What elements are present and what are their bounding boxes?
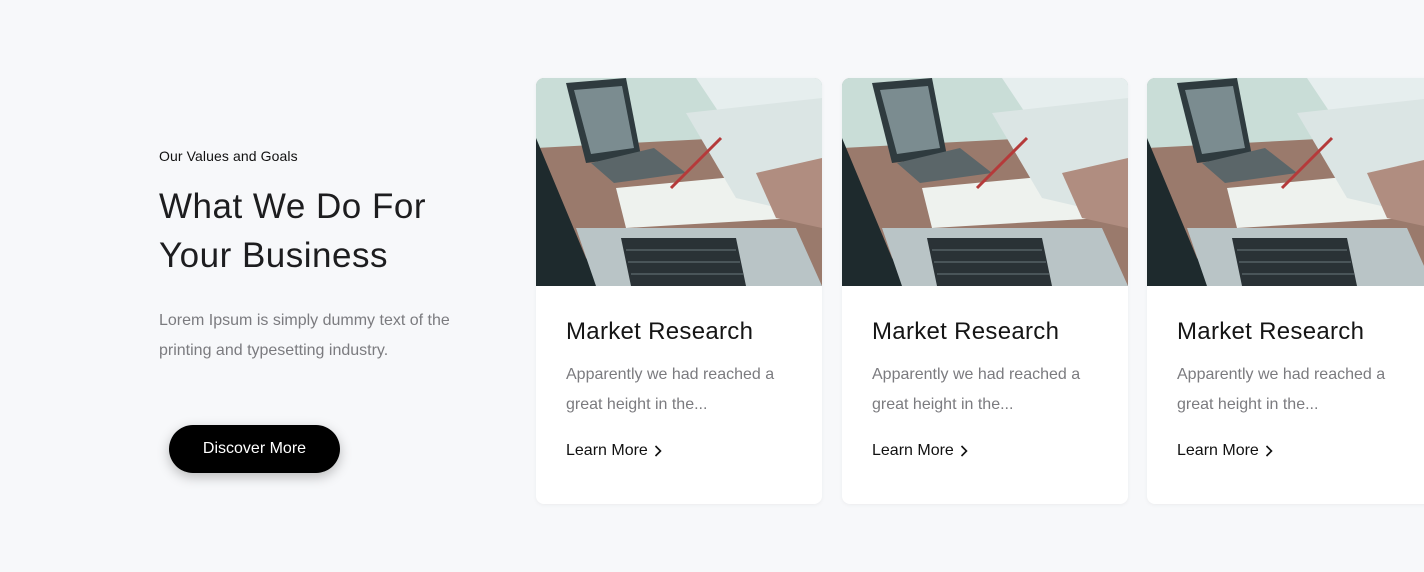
service-card: Market Research Apparently we had reache… [842,78,1128,504]
service-card: Market Research Apparently we had reache… [536,78,822,504]
learn-more-label: Learn More [872,442,954,459]
card-title: Market Research [872,318,1060,345]
card-title: Market Research [566,318,754,345]
intro-block: Our Values and Goals What We Do For Your… [159,148,489,366]
card-description: Apparently we had reached a great height… [566,366,775,413]
discover-more-button[interactable]: Discover More [169,425,340,473]
card-image [1147,78,1424,286]
learn-more-label: Learn More [1177,442,1259,459]
section-eyebrow: Our Values and Goals [159,148,298,164]
learn-more-link[interactable]: Learn More [566,442,662,460]
chevron-right-icon [960,445,968,457]
learn-more-link[interactable]: Learn More [872,442,968,460]
service-card: Market Research Apparently we had reache… [1147,78,1424,504]
chevron-right-icon [654,445,662,457]
chevron-right-icon [1265,445,1273,457]
card-image [842,78,1128,286]
card-description: Apparently we had reached a great height… [872,366,1081,413]
card-body: Market Research Apparently we had reache… [842,286,1128,460]
card-image [536,78,822,286]
learn-more-link[interactable]: Learn More [1177,442,1273,460]
card-body: Market Research Apparently we had reache… [536,286,822,460]
services-section: Our Values and Goals What We Do For Your… [0,0,1424,572]
learn-more-label: Learn More [566,442,648,459]
card-body: Market Research Apparently we had reache… [1147,286,1424,460]
card-title: Market Research [1177,318,1365,345]
section-description: Lorem Ipsum is simply dummy text of the … [159,312,450,359]
section-heading: What We Do For Your Business [159,187,426,275]
card-description: Apparently we had reached a great height… [1177,366,1386,413]
